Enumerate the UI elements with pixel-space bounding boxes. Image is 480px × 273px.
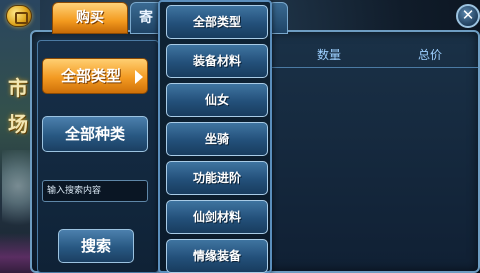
header-divider <box>272 67 478 68</box>
market-title-char-2: 场 <box>8 112 30 136</box>
all-kinds-button[interactable]: 全部种类 <box>42 116 148 152</box>
dropdown-item-fairy[interactable]: 仙女 <box>166 83 268 117</box>
dropdown-item-sword-materials[interactable]: 仙剑材料 <box>166 200 268 234</box>
close-icon: ✕ <box>461 6 475 24</box>
dropdown-item-romance-equipment[interactable]: 情缘装备 <box>166 239 268 273</box>
all-types-label: 全部类型 <box>61 67 122 85</box>
column-total-price: 总价 <box>418 48 443 62</box>
market-title: 市 场 <box>8 70 30 142</box>
coin-icon[interactable] <box>6 5 32 27</box>
arrow-right-icon <box>135 70 143 84</box>
all-types-button[interactable]: 全部类型 <box>42 58 148 94</box>
dropdown-item-function-advance[interactable]: 功能进阶 <box>166 161 268 195</box>
search-button[interactable]: 搜索 <box>58 229 134 263</box>
type-dropdown: 全部类型 装备材料 仙女 坐骑 功能进阶 仙剑材料 情缘装备 <box>158 0 272 273</box>
dropdown-item-all-types[interactable]: 全部类型 <box>166 5 268 39</box>
table-header: 数量 总价 <box>272 42 472 66</box>
search-input[interactable] <box>42 180 148 202</box>
dropdown-item-mount[interactable]: 坐骑 <box>166 122 268 156</box>
close-button[interactable]: ✕ <box>456 4 480 28</box>
market-title-char-1: 市 <box>8 76 30 100</box>
dropdown-item-equipment-materials[interactable]: 装备材料 <box>166 44 268 78</box>
tab-buy[interactable]: 购买 <box>52 2 128 34</box>
column-quantity: 数量 <box>317 48 342 62</box>
